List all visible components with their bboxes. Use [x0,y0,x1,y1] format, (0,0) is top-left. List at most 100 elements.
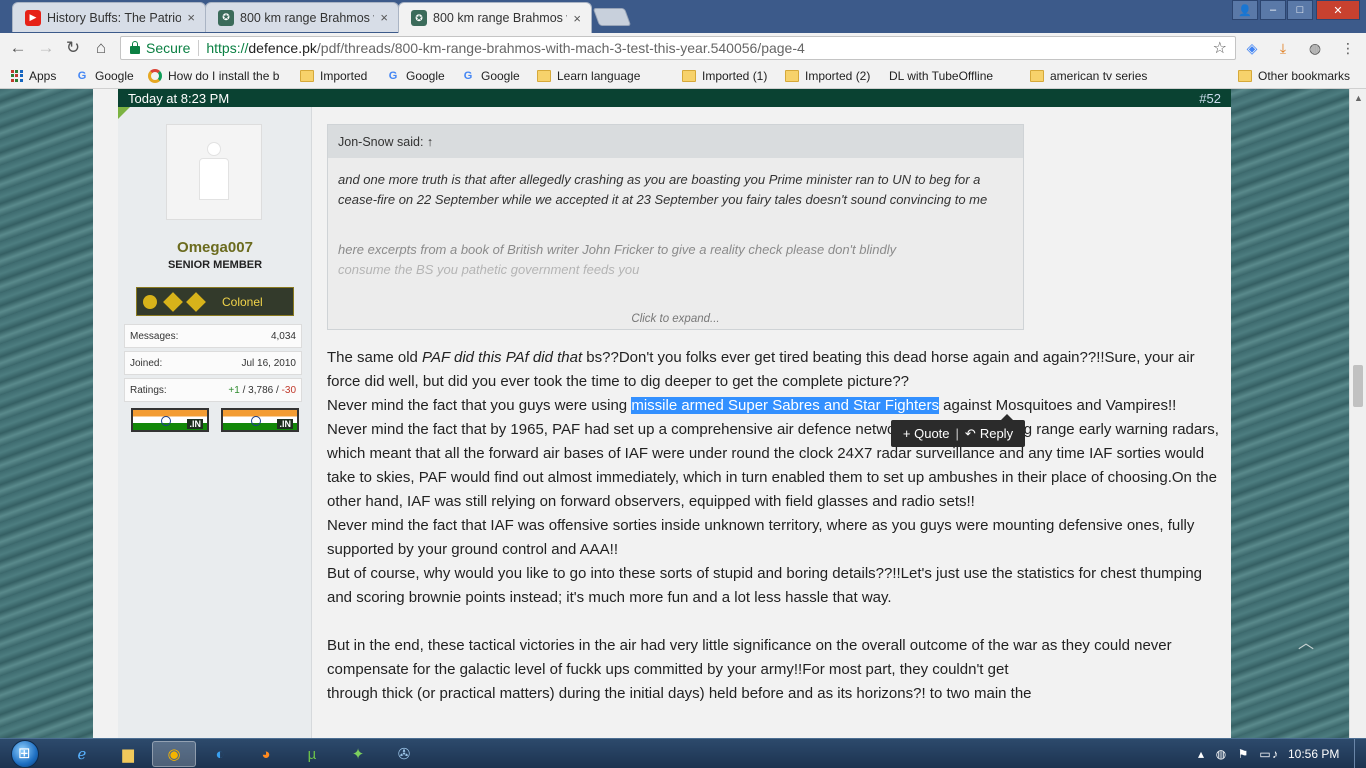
rank-emblem-icon [143,294,157,309]
utorrent-icon[interactable]: µ [290,741,334,767]
internet-explorer-icon[interactable]: ℯ [60,741,104,767]
download-icon[interactable]: ⤓ [1273,38,1293,58]
bookmarks-bar: Apps G Google How do I install the b Impo… [0,62,1366,169]
folder-icon [682,70,696,82]
scroll-top-chevron-icon[interactable]: ︿ [1298,629,1314,653]
network-tray-icon[interactable]: ◍ [1212,745,1230,763]
rank-star-icon [186,291,206,312]
profile-icon[interactable]: 👤 [1232,0,1258,20]
extension-film-icon[interactable]: ◍ [1305,38,1325,58]
reload-icon[interactable]: ↻ [62,37,84,59]
bookmark-american-tv-series[interactable]: american tv series [1030,67,1147,85]
flag-tray-icon[interactable]: ⚑ [1234,745,1252,763]
bookmark-google-2[interactable]: G Google [386,67,445,85]
bookmark-star-icon[interactable]: ☆ [1213,38,1227,58]
volume-icon[interactable]: ♪ [1266,745,1284,763]
maximize-button[interactable]: □ [1287,0,1313,20]
bookmark-apps[interactable]: Apps [10,67,56,85]
address-bar[interactable]: Secure https://defence.pk/pdf/threads/80… [120,36,1236,60]
tab-strip: ▶ History Buffs: The Patriot × ✪ 800 km … [0,0,1366,33]
close-icon[interactable]: × [187,10,195,25]
forward-arrow-icon[interactable]: → [35,37,57,59]
clock[interactable]: 10:56 PM [1288,747,1339,761]
show-desktop-button[interactable] [1354,739,1366,768]
google-icon: G [388,70,398,82]
tab-brahmos-1[interactable]: ✪ 800 km range Brahmos w × [205,2,399,32]
bookmark-learn-language[interactable]: Learn language [537,67,640,85]
bookmark-google-3[interactable]: G Google [461,67,520,85]
folder-icon [1030,70,1044,82]
post-header: Today at 8:23 PM #52 [118,89,1231,107]
click-to-expand[interactable]: Click to expand... [328,313,1023,325]
reply-button[interactable]: Reply [980,426,1013,441]
google-icon: G [463,70,473,82]
folder-icon [300,70,314,82]
app-icon[interactable]: ✇ [382,741,426,767]
minimize-button[interactable]: – [1260,0,1286,20]
paragraph: But of course, why would you like to go … [327,565,1203,606]
default-user-icon [197,142,231,202]
paragraph: Never mind the fact that by 1965, PAF ha… [327,421,1219,510]
quote-block: Jon-Snow said: ↑ and one more truth is t… [327,124,1024,330]
file-explorer-icon[interactable]: ▆ [106,741,150,767]
bookmark-imported[interactable]: Imported [300,67,367,85]
stat-messages: Messages: 4,034 [124,324,302,348]
divider [198,40,200,56]
bookmark-other[interactable]: Other bookmarks [1238,67,1350,85]
bookmark-how-do-i-install[interactable]: How do I install the b [148,67,279,85]
close-icon[interactable]: × [380,10,388,25]
avatar[interactable] [166,124,262,220]
bookmark-imported-1[interactable]: Imported (1) [682,67,767,85]
quote-reply-popup: + Quote | ↶ Reply [891,414,1025,447]
chrome-icon[interactable]: ◉ [152,741,196,767]
home-icon[interactable]: ⌂ [90,37,112,59]
folder-icon [537,70,551,82]
start-button[interactable] [5,739,45,768]
india-flag-icon: .IN [221,408,299,432]
selected-text: missile armed Super Sabres and Star Figh… [631,397,939,414]
stat-joined: Joined: Jul 16, 2010 [124,351,302,375]
tab-history-buffs[interactable]: ▶ History Buffs: The Patriot × [12,2,206,32]
paragraph: Never mind the fact that IAF was offensi… [327,517,1195,558]
post-container: Today at 8:23 PM #52 Omega007 SENIOR MEM… [93,89,1314,738]
paragraph: Never mind the fact that you guys were u… [327,397,1177,414]
tray-arrow-icon[interactable]: ▴ [1192,745,1210,763]
message-body: The same old PAF did this PAf did that b… [327,346,1223,706]
new-tab-button[interactable] [592,8,632,26]
quote-author[interactable]: Jon-Snow said: ↑ [328,125,1023,158]
defence-pk-icon: ✪ [218,9,234,26]
tab-brahmos-active[interactable]: ✪ 800 km range Brahmos w × [398,2,592,33]
secure-label: Secure [146,40,191,56]
browser-toolbar: ← → ↻ ⌂ Secure https://defence.pk/pdf/th… [0,33,1366,62]
network-app-icon[interactable]: ✦ [336,741,380,767]
india-flag-icon: .IN [131,408,209,432]
menu-dots-icon[interactable]: ⋮ [1338,38,1358,58]
youtube-icon: ▶ [25,9,41,26]
folder-icon [785,70,799,82]
lock-icon [130,41,140,54]
post-number[interactable]: #52 [1199,91,1221,106]
username[interactable]: Omega007 [118,239,312,256]
page-scrollbar[interactable]: ▲ [1349,89,1366,738]
back-arrow-icon[interactable]: ← [7,37,29,59]
bookmark-google[interactable]: G Google [75,67,134,85]
close-icon[interactable]: × [573,11,581,26]
user-panel: Omega007 SENIOR MEMBER Colonel Messages:… [118,107,312,738]
bookmark-dl-tubeoffline[interactable]: DL with TubeOffline [889,67,993,169]
scrollbar-thumb[interactable] [1353,365,1363,407]
quote-button[interactable]: + Quote [903,426,950,441]
scroll-up-icon[interactable]: ▲ [1354,93,1363,103]
media-player-icon[interactable]: ◐ [198,741,242,767]
url-text: https://defence.pk/pdf/threads/800-km-ra… [206,40,805,56]
paragraph: The same old PAF did this PAf did that b… [327,349,1195,390]
extension-icon[interactable]: ◈ [1242,38,1262,58]
rank-star-icon [163,291,183,312]
stat-ratings: Ratings: +1 / 3,786 / -30 [124,378,302,402]
close-window-button[interactable]: ✕ [1316,0,1360,20]
firefox-icon[interactable]: ◕ [244,741,288,767]
post-corner-marker [118,107,130,119]
quote-text: and one more truth is that after alleged… [338,172,988,277]
post-timestamp[interactable]: Today at 8:23 PM [128,91,229,106]
bookmark-imported-2[interactable]: Imported (2) [785,67,870,85]
paragraph: But in the end, these tactical victories… [327,637,1172,678]
